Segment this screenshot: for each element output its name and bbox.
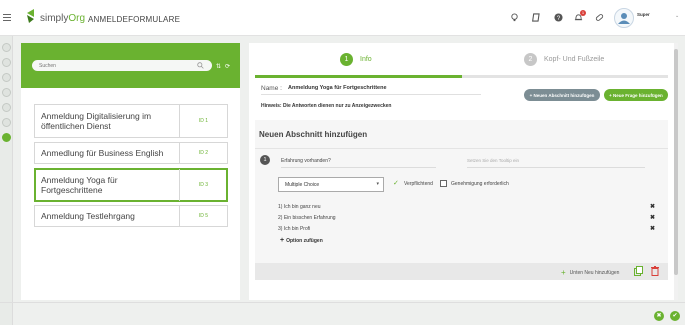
copy-icon[interactable]	[634, 266, 643, 276]
form-id: ID 3	[179, 169, 227, 201]
progress-fill	[255, 75, 462, 78]
remove-option-icon[interactable]: ✖	[650, 225, 655, 232]
notification-badge: 1	[580, 10, 586, 16]
top-bar: simplyOrg ANMELDEFORMULARE ? 1 Super ⌄	[0, 0, 685, 36]
app-title: ANMELDEFORMULARE	[88, 15, 181, 24]
form-name: Anmeldung Digitalisierung im öffentliche…	[41, 111, 152, 131]
approval-checkbox[interactable]	[440, 180, 447, 187]
step-header-footer[interactable]: 2 Kopf- Und Fußzeile	[524, 53, 604, 66]
form-list-item[interactable]: Anmeldung Digitalisierung im öffentliche…	[34, 104, 228, 138]
menu-icon[interactable]	[3, 14, 11, 21]
tooltip-underline	[467, 167, 645, 168]
form-name: Anmedlung für Business English	[41, 148, 164, 158]
user-avatar-icon	[618, 13, 630, 24]
chevron-down-icon: ▾	[376, 181, 379, 187]
question-label[interactable]: Erfahrung vorhanden?	[281, 158, 331, 164]
form-list-item[interactable]: Anmedlung für Business English ID 2	[34, 142, 228, 164]
name-label: Name :	[261, 85, 282, 92]
question-underline	[281, 167, 436, 168]
tooltip-field[interactable]: Setzen Sie den Tooltip ein	[467, 158, 519, 163]
required-label[interactable]: Verpflichtend	[404, 181, 433, 187]
search-icon[interactable]	[197, 62, 204, 69]
approval-label[interactable]: Genehmigung erforderlich	[451, 181, 509, 187]
step-label: Kopf- Und Fußzeile	[544, 56, 605, 63]
plus-icon: +	[561, 268, 566, 277]
form-name: Anmeldung Yoga für Fortgeschrittene	[41, 175, 118, 195]
svg-text:?: ?	[557, 15, 561, 22]
remove-option-icon[interactable]: ✖	[650, 214, 655, 221]
bottom-divider	[0, 302, 685, 303]
option-item[interactable]: 3) Ich bin Profi	[278, 226, 310, 232]
user-name[interactable]: Super	[637, 12, 650, 17]
lightbulb-icon[interactable]	[510, 13, 519, 22]
remove-option-icon[interactable]: ✖	[650, 203, 655, 210]
section-title[interactable]: Neuen Abschnitt hinzufügen	[259, 130, 367, 139]
search-input[interactable]	[32, 60, 212, 71]
chevron-down-icon[interactable]: ⌄	[675, 13, 679, 19]
form-name: Anmeldung Testlehrgang	[41, 211, 135, 221]
plus-icon: +	[280, 237, 285, 244]
step-progress-bar	[255, 75, 668, 78]
step-number: 2	[524, 53, 537, 66]
form-id: ID 5	[179, 206, 227, 226]
avatar[interactable]	[614, 8, 634, 28]
scrollbar[interactable]	[674, 43, 678, 300]
icon-rail	[0, 36, 13, 325]
question-type-value: Multiple Choice	[285, 181, 320, 188]
form-id: ID 1	[179, 105, 227, 137]
form-id: ID 2	[179, 143, 227, 163]
add-section-button[interactable]: + Neuen Abschnitt hinzufügen	[524, 89, 600, 101]
logo-text: simplyOrg	[40, 13, 86, 24]
rail-forms-icon[interactable]	[2, 133, 11, 142]
rail-document-icon[interactable]	[2, 88, 11, 97]
refresh-icon[interactable]: ⟳	[225, 63, 230, 70]
option-item[interactable]: 1) Ich bin ganz neu	[278, 204, 321, 210]
option-item[interactable]: 2) Ein bisschen Erfahrung	[278, 215, 336, 221]
step-number: 1	[340, 53, 353, 66]
scrollbar-thumb[interactable]	[674, 49, 678, 275]
add-below-label: Unten Neu hinzufügen	[569, 270, 620, 276]
cancel-fab-button[interactable]: ✖	[654, 311, 664, 321]
divider	[255, 148, 668, 149]
pill-icon[interactable]	[595, 13, 604, 22]
forms-list-panel: ⇅ ⟳ Anmeldung Digitalisierung im öffentl…	[21, 43, 240, 300]
rail-list-icon[interactable]	[2, 103, 11, 112]
checkmark-icon[interactable]: ✓	[393, 179, 399, 187]
book-icon[interactable]	[532, 13, 541, 22]
question-number: 1	[260, 155, 270, 165]
add-below-button[interactable]: + Unten Neu hinzufügen	[561, 268, 619, 277]
add-option-button[interactable]: + Option zufügen	[280, 237, 323, 244]
trash-icon[interactable]	[651, 266, 659, 276]
sort-icon[interactable]: ⇅	[216, 63, 221, 70]
form-list-item-selected[interactable]: Anmeldung Yoga für Fortgeschrittene ID 3	[34, 168, 228, 202]
section-card: Neuen Abschnitt hinzufügen 1 Erfahrung v…	[255, 120, 668, 280]
save-fab-button[interactable]: ✔	[670, 311, 680, 321]
rail-users-icon[interactable]	[2, 73, 11, 82]
step-label: Info	[360, 56, 372, 63]
step-info[interactable]: 1 Info	[340, 53, 372, 66]
form-editor-panel: 1 Info 2 Kopf- Und Fußzeile Name : Anmel…	[249, 43, 676, 300]
hint-text: Hinweis: Die Antworten dienen nur zu Anz…	[261, 103, 392, 109]
rail-home-icon[interactable]	[2, 43, 11, 52]
form-list-item[interactable]: Anmeldung Testlehrgang ID 5	[34, 205, 228, 227]
rail-settings-icon[interactable]	[2, 118, 11, 127]
forms-list-header: ⇅ ⟳	[21, 43, 240, 88]
help-icon[interactable]: ?	[554, 13, 563, 22]
add-question-button[interactable]: + Neue Frage hinzufügen	[604, 89, 668, 101]
add-option-label: Option zufügen	[286, 238, 323, 244]
name-value[interactable]: Anmeldung Yoga für Fortgeschrittene	[288, 85, 387, 91]
rail-calendar-icon[interactable]	[2, 58, 11, 67]
name-underline	[261, 94, 481, 95]
question-type-select[interactable]: Multiple Choice ▾	[278, 177, 384, 192]
